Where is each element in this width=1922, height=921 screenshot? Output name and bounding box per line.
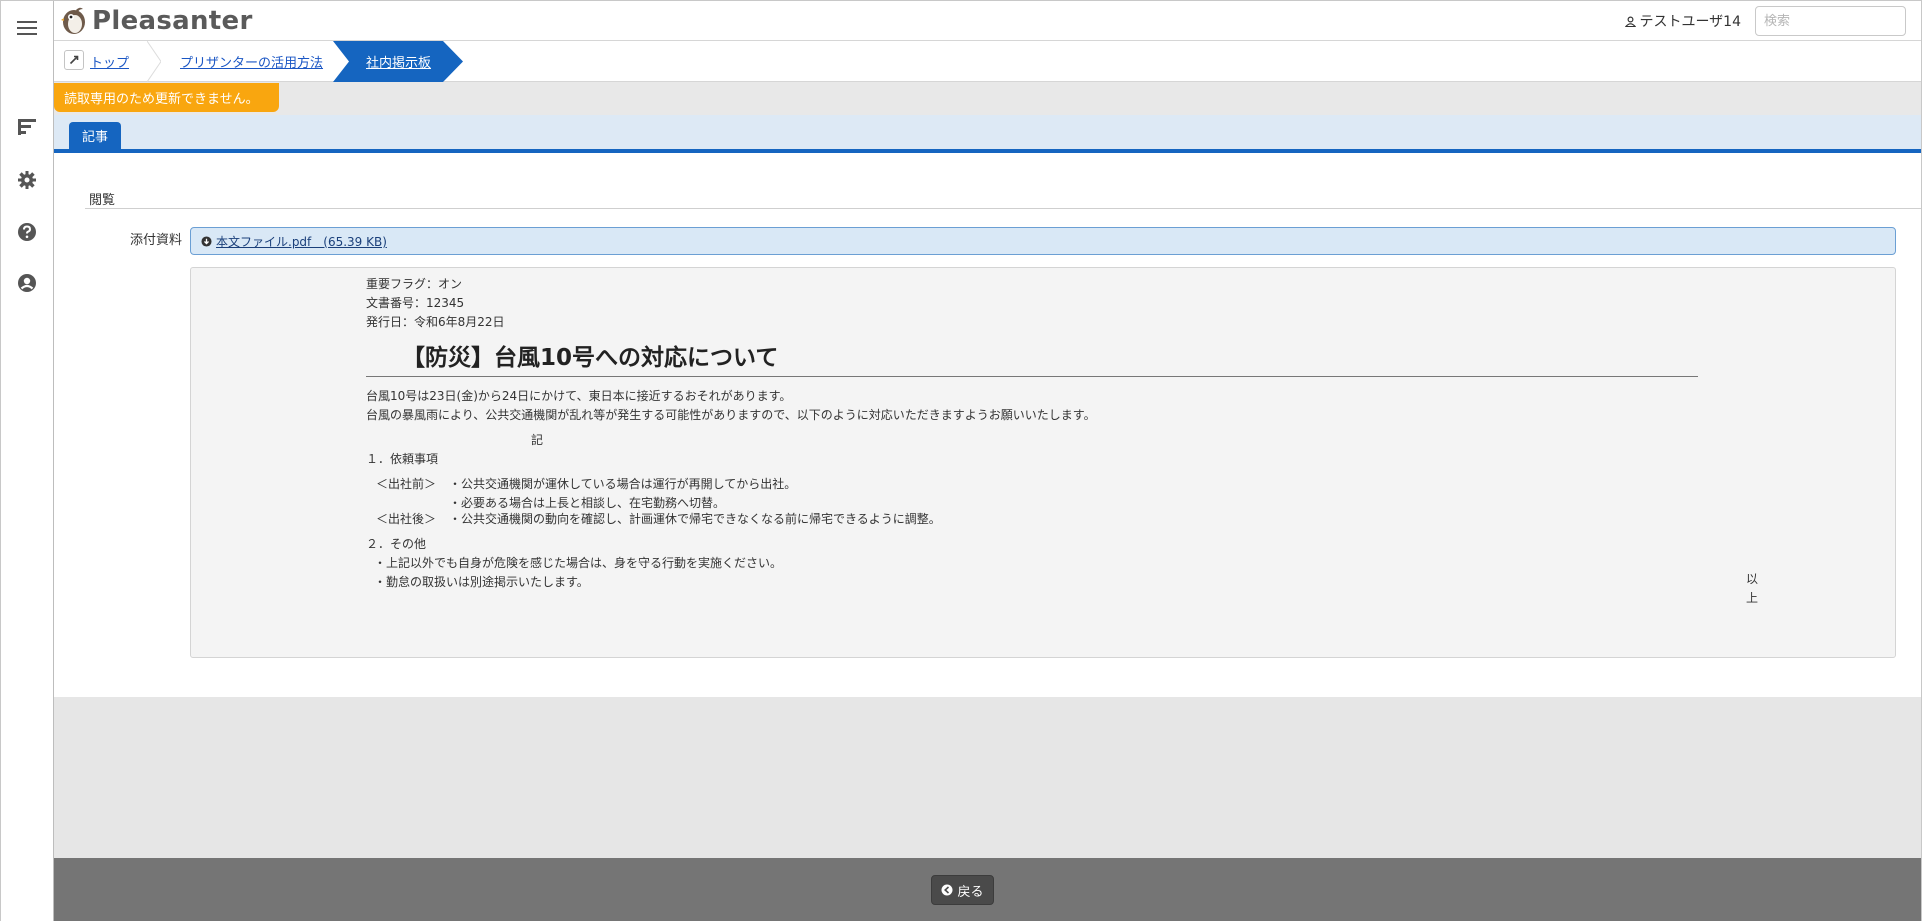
meta-doc-number: 文書番号：12345 — [366, 296, 465, 310]
main-content: 閲覧 添付資料 本文ファイル.pdf (65.39 KB) 重要フラグ：オン 文… — [54, 153, 1921, 697]
other-line-2: ・勤怠の取扱いは別途掲示いたします。 — [374, 575, 589, 589]
breadcrumb-link-howto[interactable]: プリザンターの活用方法 — [180, 52, 323, 71]
sort-list-icon[interactable] — [14, 114, 40, 140]
search-input[interactable] — [1755, 6, 1906, 36]
breadcrumb-item-bulletin[interactable]: 社内掲示板 — [333, 41, 463, 82]
download-icon — [201, 235, 212, 247]
account-icon[interactable] — [14, 270, 40, 296]
other-line-1: ・上記以外でも自身が危険を感じた場合は、身を守る行動を実施ください。 — [374, 556, 783, 570]
breadcrumb-item-howto[interactable]: プリザンターの活用方法 — [180, 41, 323, 82]
after-work-label: ＜出社後＞ — [376, 512, 437, 526]
breadcrumb-item-top[interactable]: トップ — [90, 41, 129, 82]
link-icon[interactable] — [64, 50, 84, 70]
footer-bar: 戻る — [54, 858, 1921, 921]
article-title: 【防災】台風10号への対応について — [366, 342, 1698, 377]
breadcrumb-link-bulletin[interactable]: 社内掲示板 — [366, 52, 431, 71]
gear-icon[interactable] — [14, 167, 40, 193]
message-area — [54, 82, 1921, 115]
attachment-field: 本文ファイル.pdf (65.39 KB) — [190, 227, 1896, 255]
current-user[interactable]: テストユーザ14 — [1625, 11, 1741, 31]
back-button[interactable]: 戻る — [931, 875, 994, 905]
help-icon[interactable] — [14, 219, 40, 245]
item2-heading: ２．その他 — [366, 537, 427, 551]
back-arrow-icon — [941, 884, 953, 896]
article-body: 重要フラグ：オン 文書番号：12345 発行日：令和6年8月22日 【防災】台風… — [190, 267, 1896, 658]
side-rail — [1, 1, 54, 921]
pleasanter-bird-icon — [61, 7, 85, 34]
blank-area — [54, 697, 1921, 858]
meta-issue-date: 発行日：令和6年8月22日 — [366, 315, 505, 329]
closing-text: 以上 — [1746, 572, 1759, 605]
app-logo[interactable]: Pleasanter — [60, 5, 253, 37]
user-icon — [1625, 16, 1637, 27]
tab-article[interactable]: 記事 — [69, 122, 121, 149]
back-button-label: 戻る — [957, 884, 984, 900]
ki-mark: 記 — [531, 433, 544, 447]
before-work-line-1: ・公共交通機関が運休している場合は運行が再開してから出社。 — [449, 477, 797, 491]
attachment-file-link[interactable]: 本文ファイル.pdf (65.39 KB) — [216, 233, 387, 250]
hamburger-menu-icon[interactable] — [14, 15, 40, 41]
tab-bar: 記事 — [54, 115, 1921, 153]
meta-important-flag: 重要フラグ：オン — [366, 277, 463, 291]
app-name: Pleasanter — [92, 6, 253, 36]
intro-line-1: 台風10号は23日(金)から24日にかけて、東日本に接近するおそれがあります。 — [366, 389, 792, 403]
section-title: 閲覧 — [85, 189, 1921, 209]
top-header: Pleasanter テストユーザ14 — [54, 1, 1921, 41]
user-name: テストユーザ14 — [1639, 14, 1741, 30]
breadcrumb: トップ プリザンターの活用方法 社内掲示板 — [54, 41, 1921, 82]
item1-heading: １．依頼事項 — [366, 452, 439, 466]
after-work-line-1: ・公共交通機関の動向を確認し、計画運休で帰宅できなくなる前に帰宅できるように調整… — [449, 512, 941, 526]
intro-line-2: 台風の暴風雨により、公共交通機関が乱れ等が発生する可能性がありますので、以下のよ… — [366, 408, 1096, 422]
attachment-label: 添付資料 — [130, 233, 183, 248]
breadcrumb-link-top[interactable]: トップ — [90, 52, 129, 71]
before-work-label: ＜出社前＞ — [376, 477, 437, 491]
readonly-notice: 読取専用のため更新できません。 — [54, 83, 279, 112]
breadcrumb-separator — [147, 41, 161, 82]
